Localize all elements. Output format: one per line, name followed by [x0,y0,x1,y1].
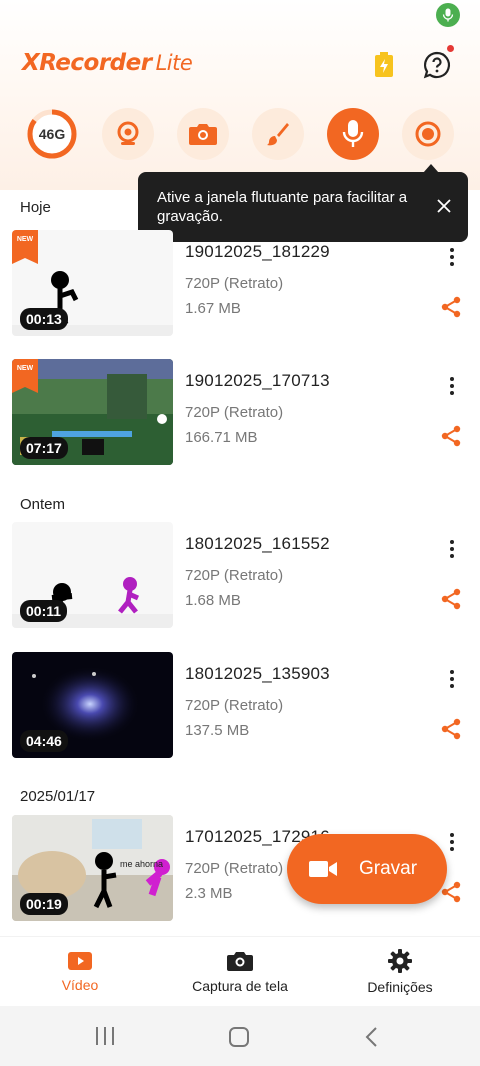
video-duration: 00:13 [20,308,68,330]
microphone-button[interactable] [327,108,379,160]
home-icon[interactable] [228,1026,250,1048]
video-thumbnail[interactable]: NEW 00:13 [12,230,173,336]
section-label-date: 2025/01/17 [20,788,96,805]
video-resolution: 720P (Retrato) [185,275,284,292]
facecam-button[interactable] [102,108,154,160]
video-duration: 00:19 [20,893,68,915]
notification-dot [447,45,454,52]
video-size: 2.3 MB [185,885,233,902]
video-size: 166.71 MB [185,429,258,446]
video-name: 19012025_170713 [185,371,330,390]
new-badge: NEW [12,230,38,264]
help-icon[interactable] [422,50,452,80]
record-fab[interactable]: Gravar [287,834,447,904]
share-icon[interactable] [440,425,462,447]
record-icon [415,121,441,147]
video-duration: 00:11 [20,600,68,622]
video-list-item[interactable]: NEW 07:17 19012025_170713 720P (Retrato)… [0,359,480,467]
video-thumbnail[interactable]: me ahorna 00:19 [12,815,173,921]
back-icon[interactable] [364,1026,380,1048]
screenshot-button[interactable] [177,108,229,160]
tooltip-text: Ative a janela flutuante para facilitar … [157,189,408,225]
share-icon[interactable] [440,588,462,610]
more-vert-icon[interactable] [444,375,460,397]
video-duration: 04:46 [20,730,68,752]
nav-label-video: Vídeo [61,977,99,993]
video-camera-icon [309,861,337,877]
share-icon[interactable] [440,296,462,318]
video-duration: 07:17 [20,437,68,459]
section-label-today: Hoje [20,199,51,216]
nav-tab-video[interactable]: Vídeo [20,937,140,1007]
video-resolution: 720P (Retrato) [185,860,284,877]
share-icon[interactable] [440,718,462,740]
video-size: 1.67 MB [185,300,241,317]
gear-icon [388,949,412,973]
video-size: 1.68 MB [185,592,241,609]
video-list-item[interactable]: 00:11 18012025_161552 720P (Retrato) 1.6… [0,522,480,630]
video-list-item[interactable]: NEW 00:13 19012025_181229 720P (Retrato)… [0,230,480,338]
recent-apps-icon[interactable] [94,1026,116,1046]
nav-tab-settings[interactable]: Definições [340,937,460,1007]
video-resolution: 720P (Retrato) [185,404,284,421]
record-fab-label: Gravar [359,858,418,879]
more-vert-icon[interactable] [444,668,460,690]
video-name: 19012025_181229 [185,242,330,261]
new-badge: NEW [12,359,38,393]
app-title: XRecorder Lite [22,50,193,76]
facecam-icon [117,121,139,145]
storage-label: 46G [38,126,66,142]
screenshot-icon [189,124,217,145]
video-thumbnail[interactable]: NEW 07:17 [12,359,173,465]
mic-active-icon [436,3,460,27]
video-icon [68,952,92,970]
status-bar [0,0,480,30]
close-icon[interactable] [436,198,452,214]
camera-icon [227,952,253,971]
brush-button[interactable] [252,108,304,160]
battery-saver-icon[interactable] [373,52,395,78]
nav-tab-screenshot[interactable]: Captura de tela [180,937,300,1007]
video-size: 137.5 MB [185,722,250,739]
video-resolution: 720P (Retrato) [185,697,284,714]
section-label-yesterday: Ontem [20,496,66,513]
more-vert-icon[interactable] [444,538,460,560]
system-navigation-bar [0,1006,480,1066]
video-thumbnail[interactable]: 04:46 [12,652,173,758]
nav-label-settings: Definições [367,979,433,995]
more-vert-icon[interactable] [444,831,460,853]
quick-actions: 46G [0,108,480,164]
more-vert-icon[interactable] [444,246,460,268]
bottom-navigation: Vídeo Captura de tela Definições [0,936,480,1006]
brush-icon [267,123,289,146]
video-list-item[interactable]: 04:46 18012025_135903 720P (Retrato) 137… [0,652,480,760]
thumbnail-caption: me ahorna [120,859,164,869]
app-header: XRecorder Lite [0,40,480,96]
nav-label-screenshot: Captura de tela [192,978,288,994]
video-thumbnail[interactable]: 00:11 [12,522,173,628]
video-name: 18012025_135903 [185,664,330,683]
microphone-icon [342,120,364,147]
record-button[interactable] [402,108,454,160]
video-name: 18012025_161552 [185,534,330,553]
video-resolution: 720P (Retrato) [185,567,284,584]
